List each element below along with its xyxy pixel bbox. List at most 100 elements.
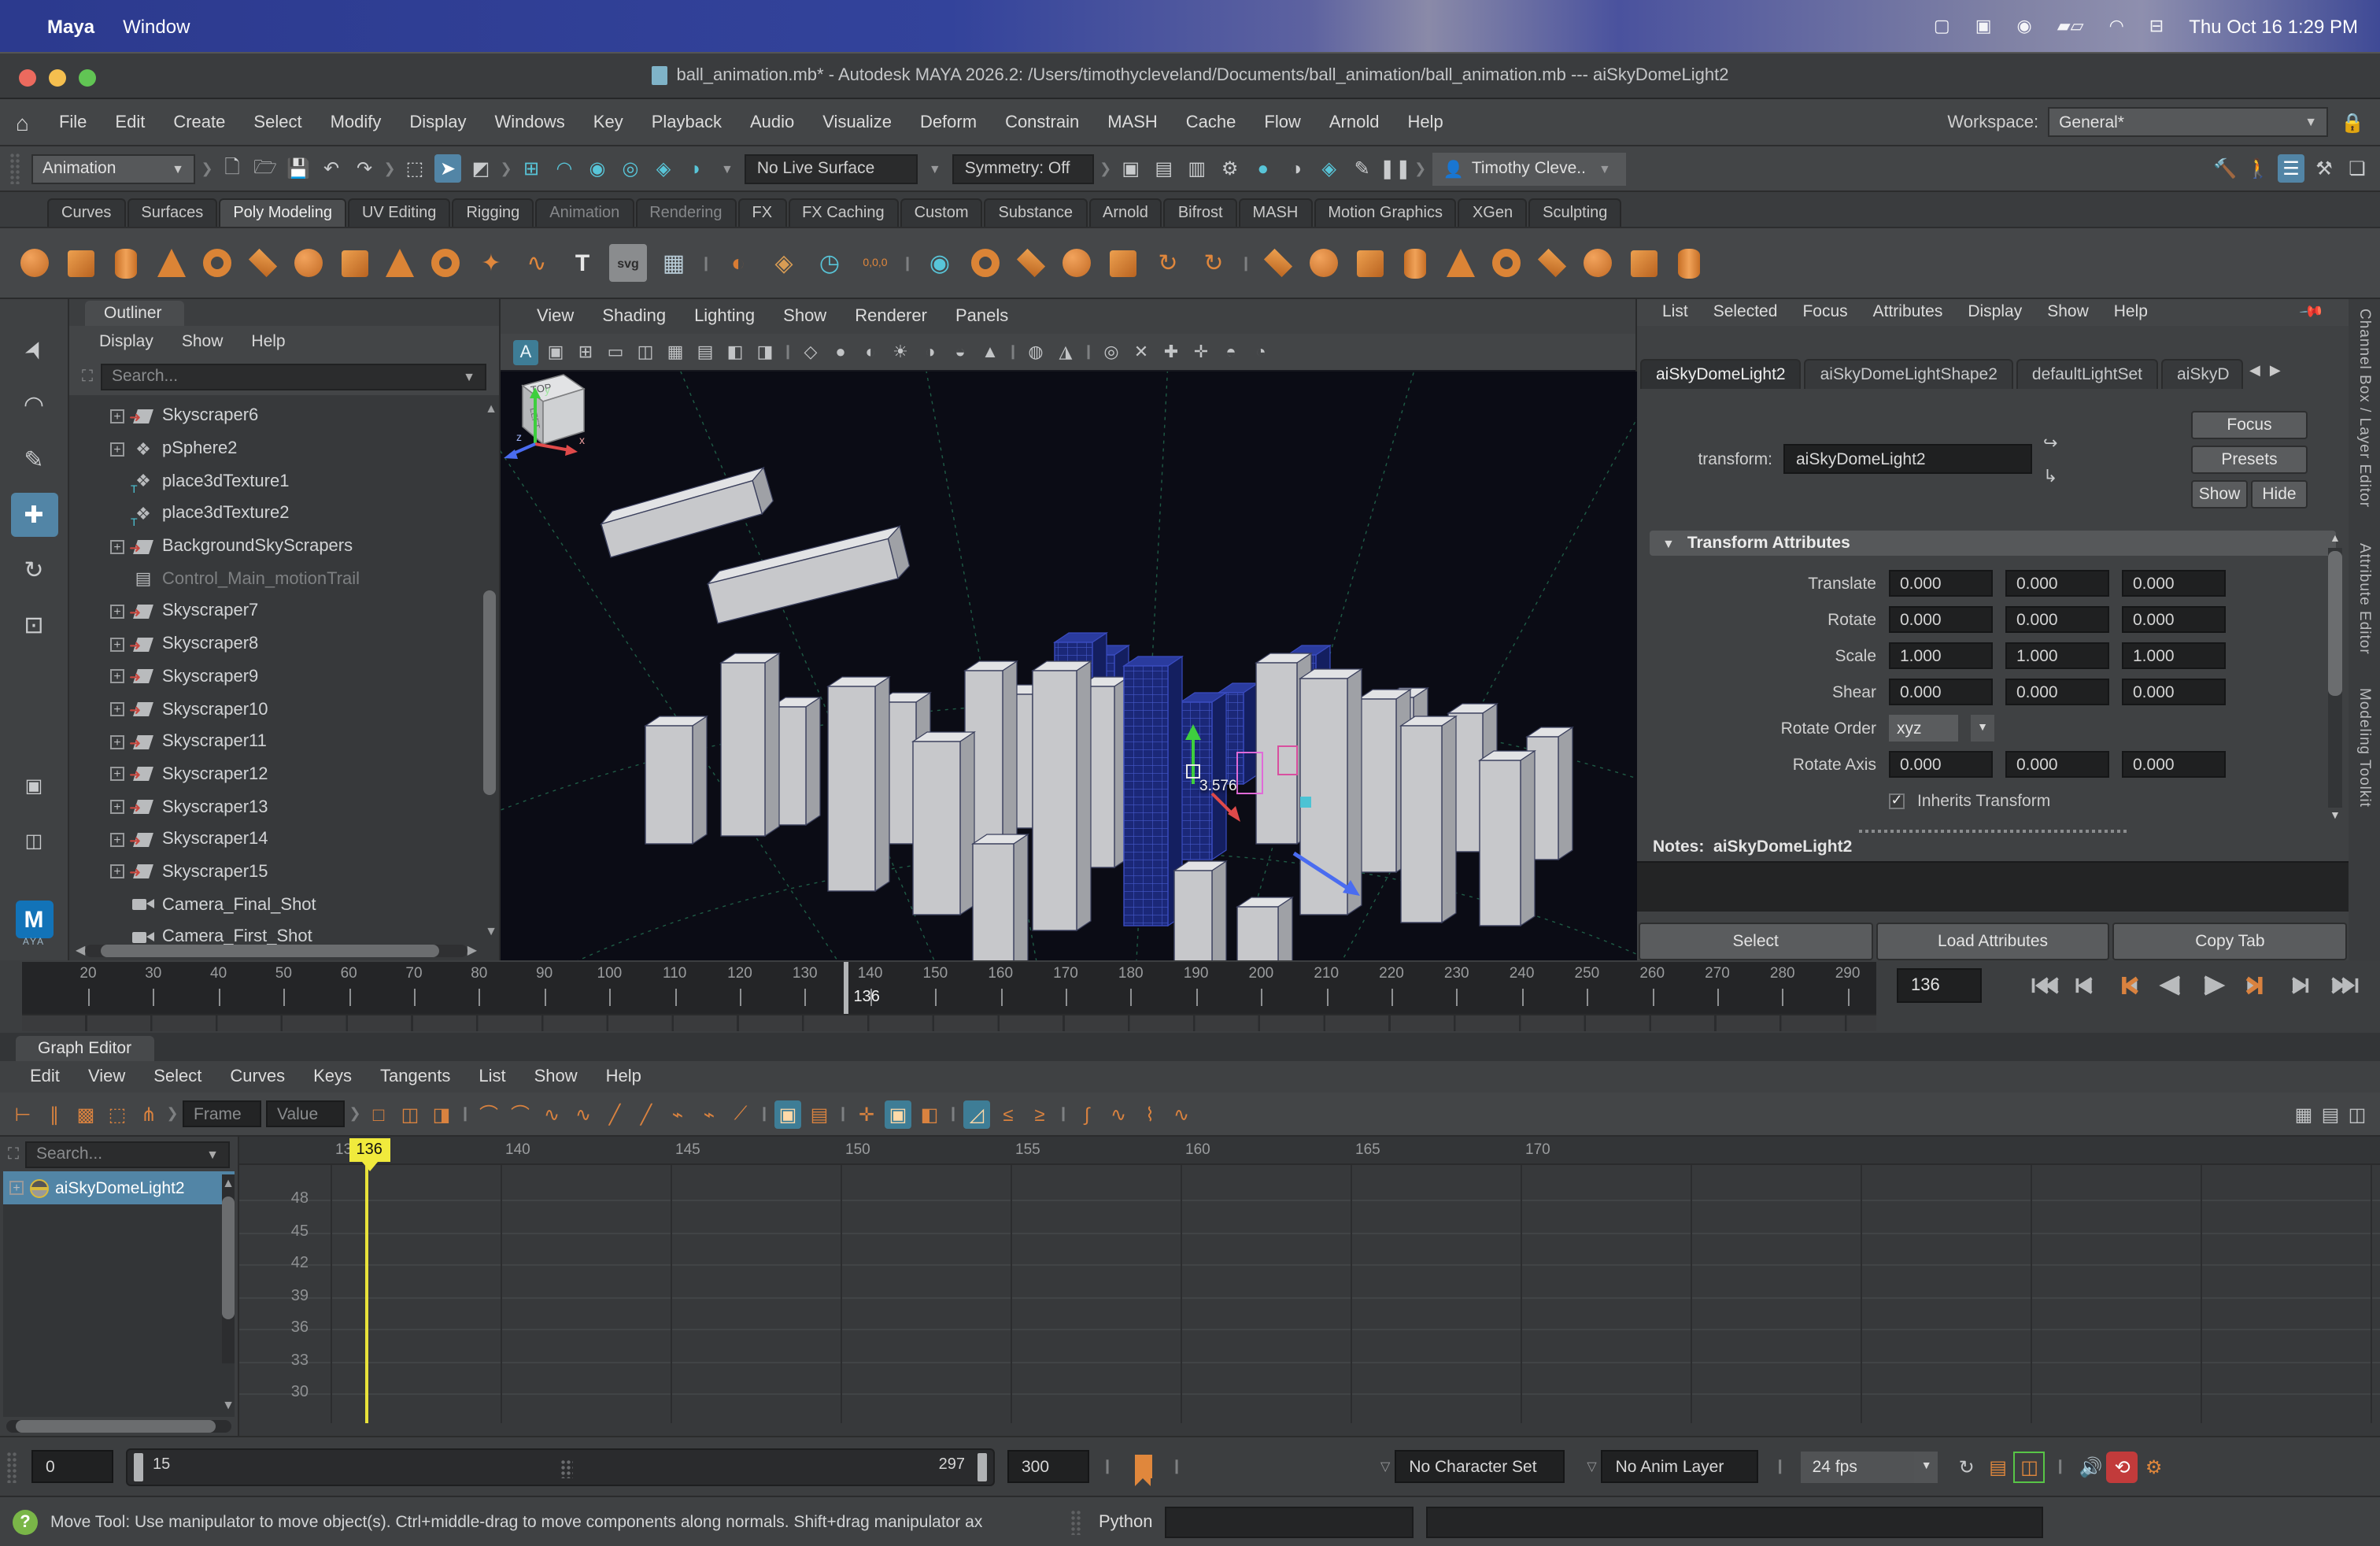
shelf-icon-stairs[interactable]: [1351, 244, 1388, 282]
shelf-tab-substance[interactable]: Substance: [985, 198, 1088, 227]
ge-menu-help[interactable]: Help: [592, 1067, 656, 1086]
attr-field[interactable]: 0.000: [2005, 607, 2109, 634]
helpbar-grip[interactable]: [1070, 1509, 1081, 1534]
viewport-safe-action-icon[interactable]: ◧: [722, 339, 748, 364]
macos-window-menu[interactable]: Window: [123, 15, 190, 37]
menu-select[interactable]: Select: [239, 113, 316, 131]
render-settings-icon[interactable]: ⚙: [1217, 154, 1244, 183]
wifi-icon[interactable]: ◠: [2109, 16, 2124, 36]
command-line-result[interactable]: [1427, 1506, 2044, 1537]
animation-end-field[interactable]: 300: [1007, 1450, 1089, 1483]
focus-button[interactable]: Focus: [2191, 411, 2308, 439]
anim-layer-dropdown[interactable]: No Anim Layer: [1602, 1450, 1759, 1483]
channel-box-toggle-icon[interactable]: ☰: [2278, 154, 2304, 183]
tool-settings-toggle-icon[interactable]: ❏: [2344, 154, 2371, 183]
shelf-tab-poly-modeling[interactable]: Poly Modeling: [219, 198, 346, 227]
shelf-tab-fx[interactable]: FX: [738, 198, 787, 227]
range-slider-track[interactable]: 15 297: [126, 1448, 995, 1485]
ge-tool-icon[interactable]: ▤: [806, 1100, 833, 1128]
menu-arnold[interactable]: Arnold: [1315, 113, 1394, 131]
go-to-end-button[interactable]: [2325, 967, 2363, 1004]
outliner-item[interactable]: +➜Skyscraper11: [69, 726, 499, 758]
shelf-icon-torus2[interactable]: [1488, 244, 1525, 282]
menu-edit[interactable]: Edit: [101, 113, 159, 131]
viewport-isolate-icon[interactable]: ◎: [1099, 339, 1124, 364]
shelf-icon-cube-x[interactable]: [1670, 244, 1708, 282]
viewport-res-gate-icon[interactable]: ◫: [633, 339, 658, 364]
menu-audio[interactable]: Audio: [736, 113, 808, 131]
expand-icon[interactable]: +: [110, 409, 124, 423]
ae-tab-aiSkyD[interactable]: aiSkyD: [2161, 359, 2243, 389]
viewport-safe-title-icon[interactable]: ◨: [752, 339, 778, 364]
shelf-icon-torus[interactable]: [198, 244, 236, 282]
outliner-scrollbar[interactable]: [483, 401, 496, 938]
make-live-icon[interactable]: ◗: [683, 154, 710, 183]
rangebar-grip[interactable]: [6, 1451, 17, 1482]
viewport-cam-lock-icon[interactable]: ▣: [543, 339, 568, 364]
menu-key[interactable]: Key: [579, 113, 638, 131]
workspace-dropdown[interactable]: General*▼: [2048, 107, 2328, 137]
four-pane-icon[interactable]: ◫: [10, 819, 57, 863]
shelf-tab-uv-editing[interactable]: UV Editing: [348, 198, 451, 227]
ge-tool-icon[interactable]: ∿: [1105, 1100, 1132, 1128]
zoom-window-button[interactable]: [79, 69, 96, 87]
cache-status-icon[interactable]: ◫: [2014, 1451, 2046, 1482]
viewport-menu-lighting[interactable]: Lighting: [680, 307, 769, 326]
shelf-icon-cyl[interactable]: [107, 244, 145, 282]
menu-mash[interactable]: MASH: [1093, 113, 1172, 131]
menu-set-dropdown[interactable]: Animation▼: [31, 153, 195, 183]
menu-help[interactable]: Help: [1393, 113, 1457, 131]
outliner-item[interactable]: +➜Skyscraper6: [69, 400, 499, 432]
new-scene-icon[interactable]: 🗋: [219, 154, 246, 183]
shelf-icon-svg-badge[interactable]: svg: [609, 244, 647, 282]
ge-tool-icon[interactable]: ∿: [1168, 1100, 1195, 1128]
load-attributes-button[interactable]: Load Attributes: [1876, 923, 2109, 960]
outliner-item[interactable]: +➜Skyscraper14: [69, 823, 499, 856]
range-center-grip[interactable]: [560, 1459, 573, 1478]
shelf-tab-custom[interactable]: Custom: [900, 198, 983, 227]
shelf-icon-wedge[interactable]: [1259, 244, 1297, 282]
ge-tool-icon[interactable]: ⌁: [664, 1100, 691, 1128]
viewport-gate-mask-icon[interactable]: ▦: [663, 339, 688, 364]
ge-panel-icon[interactable]: ▦: [2290, 1100, 2317, 1128]
ge-tool-icon[interactable]: ⌁: [696, 1100, 722, 1128]
undo-icon[interactable]: ↶: [318, 154, 345, 183]
ae-menu-help[interactable]: Help: [2101, 303, 2160, 322]
outliner-item[interactable]: +➜Skyscraper9: [69, 660, 499, 693]
menu-visualize[interactable]: Visualize: [808, 113, 906, 131]
graph-playhead-flag[interactable]: 136: [349, 1138, 390, 1162]
ge-retime-icon[interactable]: ⋔: [135, 1100, 162, 1128]
expand-icon[interactable]: +: [110, 734, 124, 749]
ge-panel-icon[interactable]: ▤: [2317, 1100, 2344, 1128]
tab-scroll-right-icon[interactable]: ▶: [2267, 362, 2284, 379]
viewport-panel[interactable]: ViewShadingLightingShowRendererPanels A▣…: [501, 299, 1637, 960]
shelf-tab-xgen[interactable]: XGen: [1458, 198, 1527, 227]
snap-point-icon[interactable]: ◉: [584, 154, 611, 183]
viewport-menu-panels[interactable]: Panels: [941, 307, 1022, 326]
shelf-tab-bifrost[interactable]: Bifrost: [1164, 198, 1237, 227]
transform-name-field[interactable]: aiSkyDomeLight2: [1783, 445, 2032, 475]
graph-list-hscrollbar[interactable]: [6, 1418, 231, 1434]
viewport-film-gate-icon[interactable]: ▭: [603, 339, 628, 364]
ge-tool-icon[interactable]: ▣: [885, 1100, 911, 1128]
hide-button[interactable]: Hide: [2251, 480, 2308, 509]
scroll-down-icon[interactable]: ▼: [222, 1398, 235, 1412]
ge-tool-icon[interactable]: ⌒: [507, 1100, 534, 1128]
hypershade-icon[interactable]: ◈: [1316, 154, 1343, 183]
ae-menu-display[interactable]: Display: [1955, 303, 2034, 322]
shelf-icon-curve[interactable]: ∿: [518, 244, 556, 282]
character-set-dropdown[interactable]: No Character Set: [1395, 1450, 1565, 1483]
step-back-frame-button[interactable]: [2070, 967, 2108, 1004]
command-line-input[interactable]: [1166, 1506, 1414, 1537]
shelf-tab-fx-caching[interactable]: FX Caching: [788, 198, 899, 227]
expand-icon[interactable]: +: [110, 442, 124, 456]
outliner-item[interactable]: +➜Skyscraper8: [69, 628, 499, 660]
outliner-item[interactable]: ❖Tplace3dTexture1: [69, 465, 499, 497]
live-surface-field[interactable]: No Live Surface: [745, 153, 918, 183]
snap-projected-icon[interactable]: ◎: [617, 154, 644, 183]
viewport-field-chart-icon[interactable]: ▤: [693, 339, 718, 364]
shelf-tab-arnold[interactable]: Arnold: [1088, 198, 1162, 227]
shelf-tab-motion-graphics[interactable]: Motion Graphics: [1314, 198, 1457, 227]
shelf-icon-star[interactable]: ✦: [472, 244, 510, 282]
menu-create[interactable]: Create: [159, 113, 239, 131]
